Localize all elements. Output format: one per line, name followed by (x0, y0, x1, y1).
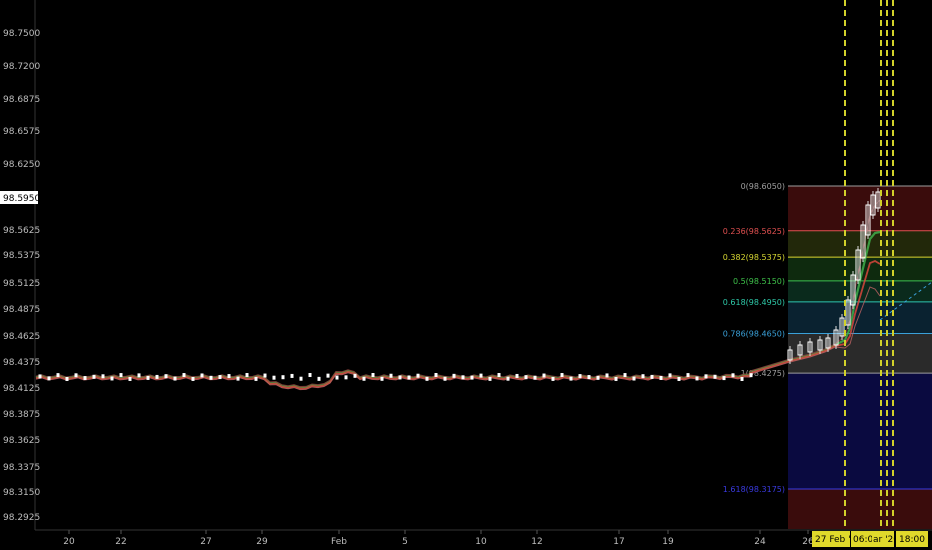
fib-level-label: 0.236(98.5625) (723, 227, 785, 236)
fib-level-label: 0.618(98.4950) (723, 298, 785, 307)
y-tick-label: 98.4125 (3, 384, 40, 394)
fib-level-label: 0.786(98.4650) (723, 330, 785, 339)
time-highlights: 27 Feb '20 06:00 ar '20 18:00 (812, 531, 928, 547)
y-tick-label: 98.3625 (3, 436, 40, 446)
highlight-month: ar '20 (873, 535, 899, 545)
y-tick-label: 98.6875 (3, 95, 40, 105)
y-tick-label: 98.4625 (3, 332, 40, 342)
x-tick-label: 5 (402, 537, 408, 547)
y-tick-label: 98.5375 (3, 251, 40, 261)
x-tick-label: 22 (115, 537, 126, 547)
x-tick-label: 19 (662, 537, 674, 547)
x-tick-label: 24 (754, 537, 766, 547)
x-axis[interactable]: 20 22 27 29 Feb 5 10 12 17 19 24 26 (63, 530, 814, 547)
y-tick-label: 98.7200 (3, 62, 40, 72)
x-tick-label: 10 (475, 537, 487, 547)
price-series (35, 188, 881, 391)
y-tick-label: 98.2925 (3, 513, 40, 523)
y-tick-label: 98.7500 (3, 29, 40, 39)
fib-level-label: 1.618(98.3175) (723, 485, 785, 494)
x-tick-label: 17 (613, 537, 624, 547)
current-price-label: 98.5950 (3, 194, 40, 204)
x-tick-label: 29 (256, 537, 268, 547)
fib-level-label: 0.5(98.5150) (733, 277, 785, 286)
x-tick-label: 27 (200, 537, 211, 547)
y-tick-label: 98.6250 (3, 160, 40, 170)
fib-level-label: 0(98.6050) (741, 182, 785, 191)
y-tick-label: 98.5125 (3, 279, 40, 289)
x-tick-label: Feb (331, 537, 347, 547)
fib-level-label: 0.382(98.5375) (723, 253, 785, 262)
y-tick-label: 98.3375 (3, 463, 40, 473)
current-price-tag: 98.5950 (0, 191, 40, 204)
y-tick-label: 98.5625 (3, 226, 40, 236)
y-tick-label: 98.4875 (3, 305, 40, 315)
x-tick-label: 20 (63, 537, 75, 547)
x-tick-label: 12 (531, 537, 542, 547)
y-tick-label: 98.3875 (3, 410, 40, 420)
price-chart[interactable]: 0(98.6050) 0.236(98.5625) 0.382(98.5375) 0.… (0, 0, 932, 550)
y-tick-label: 98.3150 (3, 488, 40, 498)
highlight-time-2: 18:00 (899, 535, 925, 545)
y-tick-label: 98.4375 (3, 358, 40, 368)
y-tick-label: 98.6575 (3, 127, 40, 137)
